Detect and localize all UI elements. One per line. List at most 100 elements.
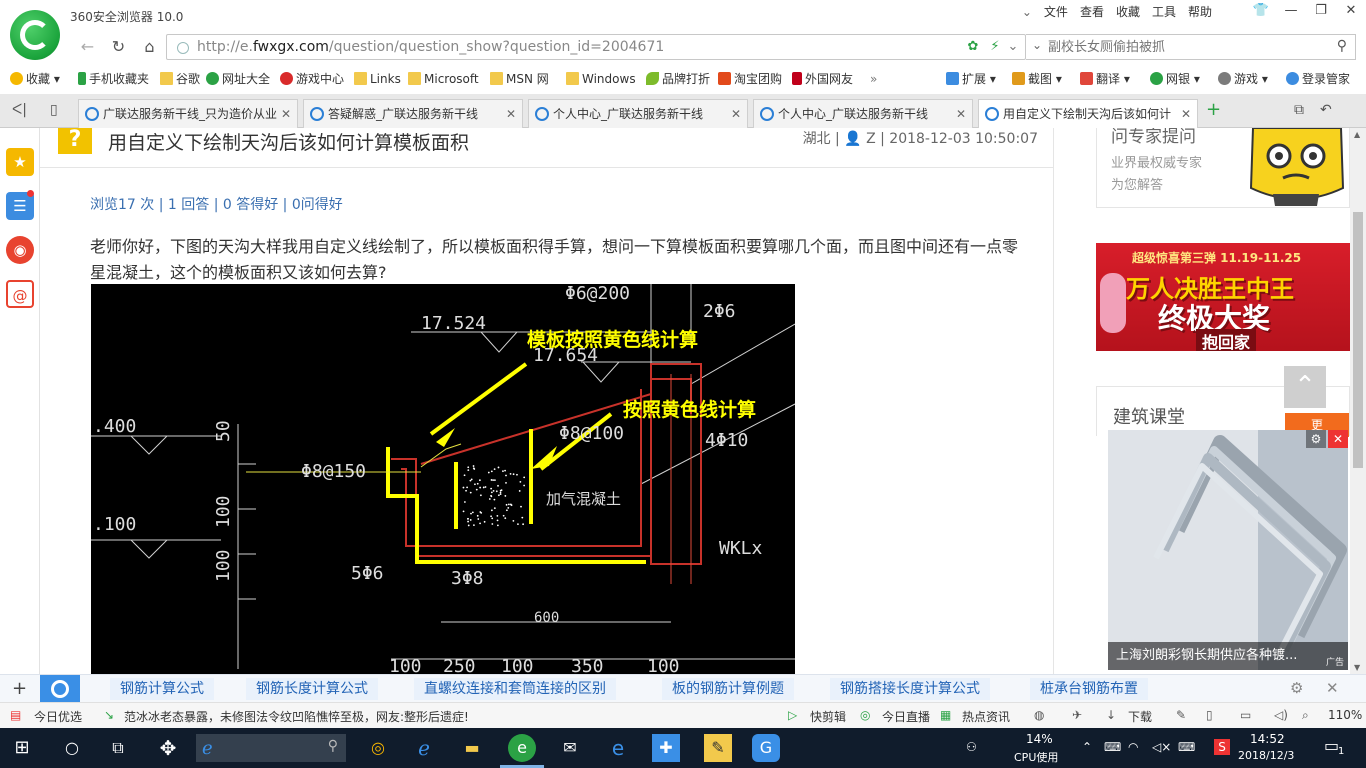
back-icon[interactable]: ← <box>72 35 103 59</box>
favorites-star-icon[interactable]: ★ <box>6 148 34 176</box>
page-scrollbar[interactable]: ▲ ▼ <box>1350 128 1366 674</box>
ask-expert-card[interactable]: 问专家提问 业界最权威专家 为您解答 <box>1096 128 1350 208</box>
tab-4[interactable]: 个人中心_广联达服务新干线 ✕ <box>753 99 973 128</box>
bookmark-mobile[interactable]: 手机收藏夹 <box>78 70 149 88</box>
tab-close-icon[interactable]: ✕ <box>956 100 966 128</box>
tab-overview-icon[interactable]: ⧉ <box>1294 102 1304 118</box>
tab-close-icon[interactable]: ✕ <box>1181 100 1191 128</box>
bookmark-msn[interactable]: MSN 网 <box>490 70 549 88</box>
menu-help[interactable]: 帮助 <box>1182 3 1218 21</box>
bookmark-windows[interactable]: Windows <box>566 70 636 88</box>
menu-view[interactable]: 查看 <box>1074 3 1110 21</box>
keywords-close-icon[interactable]: ✕ <box>1326 679 1339 697</box>
keyword-ring-icon[interactable] <box>40 675 80 703</box>
action-center-icon[interactable]: ▭ <box>1324 736 1339 755</box>
email-icon[interactable]: @ <box>6 280 34 308</box>
keyword-link[interactable]: 钢筋搭接长度计算公式 <box>830 678 990 700</box>
home-icon[interactable]: ⌂ <box>134 35 165 59</box>
tool-translate[interactable]: 翻译 ▾ <box>1080 70 1130 88</box>
pin-icon[interactable]: ✈ <box>1072 708 1082 722</box>
new-tab-icon[interactable]: + <box>1206 99 1221 120</box>
taskbar-search-box[interactable]: ℯ ⚲ <box>196 734 346 762</box>
keyboard-icon[interactable]: ⌨ <box>1178 740 1195 754</box>
window-icon[interactable]: ▭ <box>1240 708 1251 722</box>
volume-icon[interactable]: ◁) <box>1274 708 1288 722</box>
tool-bank[interactable]: 网银 ▾ <box>1150 70 1200 88</box>
close-button[interactable]: ✕ <box>1336 0 1366 24</box>
back-to-top-button[interactable]: ⌃ <box>1284 366 1326 408</box>
tab-3[interactable]: 个人中心_广联达服务新干线 ✕ <box>528 99 748 128</box>
ask-expert-title[interactable]: 问专家提问 <box>1111 128 1196 147</box>
scroll-up-icon[interactable]: ▲ <box>1354 130 1360 139</box>
scrollbar-thumb[interactable] <box>1353 212 1363 468</box>
floating-ad[interactable]: ✕ ⚙ 上海刘朗彩钢长期供应各种镀... 广告 <box>1108 430 1348 670</box>
cad-drawing-image[interactable]: Φ6@200 2Φ6 17.524 17.654 Φ8@100 4Φ10 Φ8@… <box>91 284 795 674</box>
file-explorer-icon[interactable]: ▬ <box>458 734 486 762</box>
status-quick-edit[interactable]: 快剪辑 <box>810 708 846 725</box>
url-bar[interactable]: http://e.fwxgx.com/question/question_sho… <box>166 34 1026 60</box>
keyword-link[interactable]: 钢筋长度计算公式 <box>246 678 378 700</box>
scroll-down-icon[interactable]: ▼ <box>1354 663 1360 672</box>
bookmark-brand-discount[interactable]: 品牌打折 <box>646 70 710 88</box>
tab-close-icon[interactable]: ✕ <box>506 100 516 128</box>
menu-favorites[interactable]: 收藏 <box>1110 3 1146 21</box>
tab-list-icon[interactable]: ▯ <box>50 102 58 118</box>
clock-time[interactable]: 14:52 <box>1250 732 1285 746</box>
clean-icon[interactable]: ▯ <box>1206 708 1213 722</box>
internet-explorer-icon[interactable]: ℯ <box>410 734 438 762</box>
keyword-link[interactable]: 直螺纹连接和套筒连接的区别 <box>414 678 616 700</box>
app-pinwheel-icon[interactable]: ✥ <box>154 734 182 762</box>
question-user[interactable]: Z <box>866 131 876 147</box>
settings-gear-icon[interactable]: ⚙ <box>1290 679 1303 697</box>
zoom-level[interactable]: 110% <box>1328 708 1362 722</box>
mail-icon[interactable]: ✉ <box>556 734 584 762</box>
undo-close-icon[interactable]: ↶ <box>1320 102 1332 118</box>
floating-ad-caption[interactable]: 上海刘朗彩钢长期供应各种镀... <box>1108 642 1348 670</box>
tool-screenshot[interactable]: 截图 ▾ <box>1012 70 1062 88</box>
keyword-link[interactable]: 桩承台钢筋布置 <box>1030 678 1148 700</box>
security-shield-icon[interactable]: ✿ <box>965 39 981 55</box>
add-icon[interactable]: + <box>12 678 27 699</box>
tab-1[interactable]: 广联达服务新干线_只为造价从业 ✕ <box>78 99 298 128</box>
speed-icon[interactable]: ◍ <box>1034 708 1044 722</box>
building-course-title[interactable]: 建筑课堂 <box>1113 403 1185 429</box>
sidebar-toggle-icon[interactable]: ᐸ| <box>12 102 27 118</box>
restore-button[interactable]: ❐ <box>1306 0 1336 24</box>
tool-games[interactable]: 游戏 ▾ <box>1218 70 1268 88</box>
skin-icon[interactable]: 👕 <box>1246 0 1276 24</box>
bookmark-taobao[interactable]: 淘宝团购 <box>718 70 782 88</box>
keyword-link[interactable]: 板的钢筋计算例题 <box>662 678 794 700</box>
refresh-icon[interactable]: ↻ <box>103 35 134 59</box>
tools-icon[interactable]: ✎ <box>1176 708 1186 722</box>
ad-close-icon[interactable]: ✕ <box>1328 430 1348 448</box>
bookmarks-more-icon[interactable]: » <box>870 70 877 88</box>
promo-banner[interactable]: 超级惊喜第三弹 11.19-11.25 万人决胜王中王 终极大奖 抱回家 <box>1096 243 1350 351</box>
tray-chevron-icon[interactable]: ⌃ <box>1082 740 1092 754</box>
url-dropdown-icon[interactable]: ⌄ <box>1005 39 1021 55</box>
wifi-icon[interactable]: ◠ <box>1128 740 1138 754</box>
tray-network-icon[interactable]: ⌨ <box>1104 740 1121 754</box>
tab-5-active[interactable]: 用自定义下绘制天沟后该如何计 ✕ <box>978 99 1198 129</box>
status-download[interactable]: 下载 <box>1128 708 1152 725</box>
status-live[interactable]: 今日直播 <box>882 708 930 725</box>
clock-date[interactable]: 2018/12/3 <box>1238 749 1294 762</box>
windows-start-icon[interactable]: ⊞ <box>8 734 36 762</box>
bookmark-google[interactable]: 谷歌 <box>160 70 200 88</box>
status-hot-news[interactable]: 热点资讯 <box>962 708 1010 725</box>
menu-chevron-icon[interactable]: ⌄ <box>1016 3 1038 21</box>
cortana-icon[interactable]: ○ <box>58 734 86 762</box>
bookmark-foreign[interactable]: 外国网友 <box>792 70 853 88</box>
today-picks[interactable]: 今日优选 <box>34 708 82 725</box>
menu-tools[interactable]: 工具 <box>1146 3 1182 21</box>
zoom-icon[interactable]: ⌕ <box>1302 708 1309 723</box>
plus-app-icon[interactable]: ✚ <box>652 734 680 762</box>
tab-close-icon[interactable]: ✕ <box>731 100 741 128</box>
bookmark-microsoft[interactable]: Microsoft <box>408 70 479 88</box>
ad-settings-icon[interactable]: ⚙ <box>1306 430 1326 448</box>
app-spiral-icon[interactable]: ◎ <box>364 734 392 762</box>
task-view-icon[interactable]: ⧉ <box>104 734 132 762</box>
bookmark-games[interactable]: 游戏中心 <box>280 70 344 88</box>
news-ticker[interactable]: 范冰冰老态暴露，未修图法令纹凹陷憔悴至极，网友:整形后遗症! <box>124 708 469 725</box>
speaker-icon[interactable]: ◁× <box>1152 740 1171 754</box>
search-icon[interactable]: ⚲ <box>1337 38 1347 54</box>
